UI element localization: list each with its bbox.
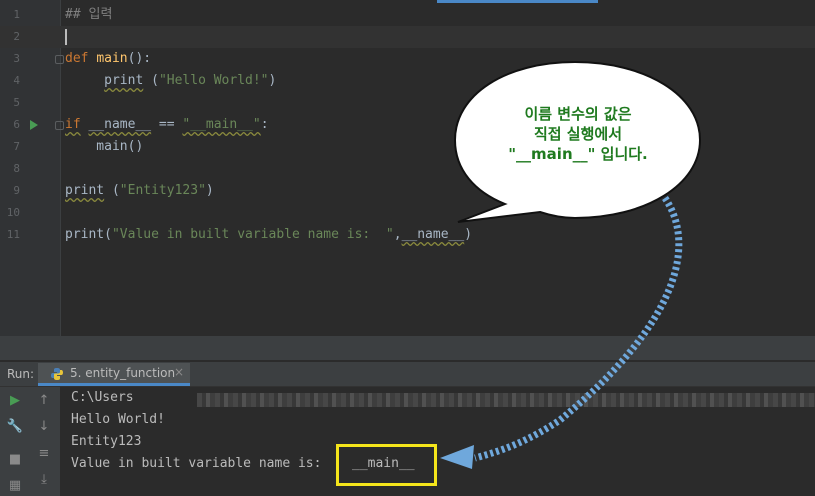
- line-number: 8: [13, 162, 20, 175]
- code-token: "__main__": [182, 117, 261, 132]
- code-token: (: [143, 73, 159, 88]
- code-token: (: [104, 183, 120, 198]
- line-number: 5: [13, 96, 20, 109]
- code-line[interactable]: 1 ## 입력: [0, 4, 815, 26]
- code-token: main: [96, 51, 128, 66]
- run-toolbar: ▶ ↑ 🔧 ↓ ■ ≡ ▦ ⤓: [0, 387, 60, 496]
- code-token: ): [464, 227, 473, 242]
- code-text: print ("Hello World!"): [65, 70, 276, 92]
- scroll-up-icon[interactable]: ↑: [35, 392, 53, 410]
- code-token: print: [65, 183, 105, 198]
- line-number: 11: [6, 228, 20, 241]
- code-token: ): [268, 73, 277, 88]
- panel-divider[interactable]: [0, 336, 815, 360]
- wrench-icon[interactable]: 🔧: [6, 418, 24, 436]
- code-token: __name__: [401, 227, 465, 242]
- layout-icon[interactable]: ▦: [6, 477, 24, 495]
- callout-line-1: 이름 변수의 값은: [524, 105, 632, 123]
- text-caret: [65, 28, 67, 45]
- code-editor[interactable]: 1 ## 입력 2 3 def main(): 4 print ("Hello World…: [0, 0, 815, 336]
- code-line[interactable]: 4 print ("Hello World!"): [0, 70, 815, 92]
- tab-entity-function[interactable]: 5. entity_function ×: [38, 363, 190, 386]
- code-token: print(: [65, 227, 112, 242]
- tab-close-icon[interactable]: ×: [174, 365, 184, 379]
- fold-marker-icon[interactable]: [55, 55, 64, 64]
- code-text: if __name__ == "__main__":: [65, 114, 269, 136]
- line-number: 3: [13, 52, 20, 65]
- output-line-hello: Hello World!: [71, 412, 165, 427]
- output-main-value: __main__: [352, 456, 415, 471]
- code-token: "Entity123": [119, 183, 206, 198]
- code-text: def main():: [65, 48, 151, 70]
- line-number: 2: [13, 30, 20, 43]
- fold-marker-icon[interactable]: [55, 121, 64, 130]
- code-token: def: [65, 51, 89, 66]
- run-label: Run:: [7, 367, 35, 381]
- scroll-to-end-icon[interactable]: ⤓: [35, 471, 53, 489]
- code-text: main(): [65, 136, 143, 158]
- callout-line-3: "__main__" 입니다.: [508, 145, 648, 163]
- code-token: ,: [393, 227, 402, 242]
- code-token: "Hello World!": [158, 73, 269, 88]
- output-line-entity: Entity123: [71, 434, 142, 449]
- rerun-icon[interactable]: ▶: [6, 392, 24, 410]
- code-token: if: [65, 117, 81, 132]
- tab-label: 5. entity_function: [70, 366, 176, 380]
- code-token: ## 입력: [65, 7, 113, 22]
- stop-icon[interactable]: ■: [6, 451, 24, 469]
- soft-wrap-icon[interactable]: ≡: [35, 445, 53, 463]
- callout-line-2: 직접 실행에서: [533, 125, 623, 143]
- code-line[interactable]: 3 def main():: [0, 48, 815, 70]
- code-text: print ("Entity123"): [65, 180, 214, 202]
- callout-text: 이름 변수의 값은 직접 실행에서 "__main__" 입니다.: [462, 104, 694, 164]
- python-icon: [51, 368, 63, 380]
- code-token: "Value in built variable name is: ": [111, 227, 394, 242]
- code-text: ## 입력: [65, 4, 112, 26]
- line-number: 9: [13, 184, 20, 197]
- output-line-path: C:\Users: [71, 390, 134, 405]
- code-token: ():: [127, 51, 152, 66]
- line-number: 6: [13, 118, 20, 131]
- code-token: __name__: [88, 117, 152, 132]
- line-number: 4: [13, 74, 20, 87]
- code-line[interactable]: 9 print ("Entity123"): [0, 180, 815, 202]
- code-token: ): [205, 183, 214, 198]
- line-number: 10: [6, 206, 20, 219]
- line-number: 7: [13, 140, 20, 153]
- code-token: ==: [151, 117, 183, 132]
- code-token: print: [104, 73, 144, 88]
- code-line[interactable]: 11 print("Value in built variable name is…: [0, 224, 815, 246]
- code-line[interactable]: 10: [0, 202, 815, 224]
- run-gutter-icon[interactable]: [30, 120, 38, 130]
- code-token: main(): [65, 139, 144, 154]
- redacted-path: [197, 393, 815, 407]
- line-number: 1: [13, 8, 20, 21]
- code-line[interactable]: 2: [0, 26, 815, 48]
- output-line-value: Value in built variable name is:: [71, 456, 322, 471]
- scroll-indicator: [437, 0, 598, 3]
- scroll-down-icon[interactable]: ↓: [35, 418, 53, 436]
- code-text: [65, 26, 67, 48]
- code-text: print("Value in built variable name is: …: [65, 224, 472, 246]
- code-token: :: [260, 117, 269, 132]
